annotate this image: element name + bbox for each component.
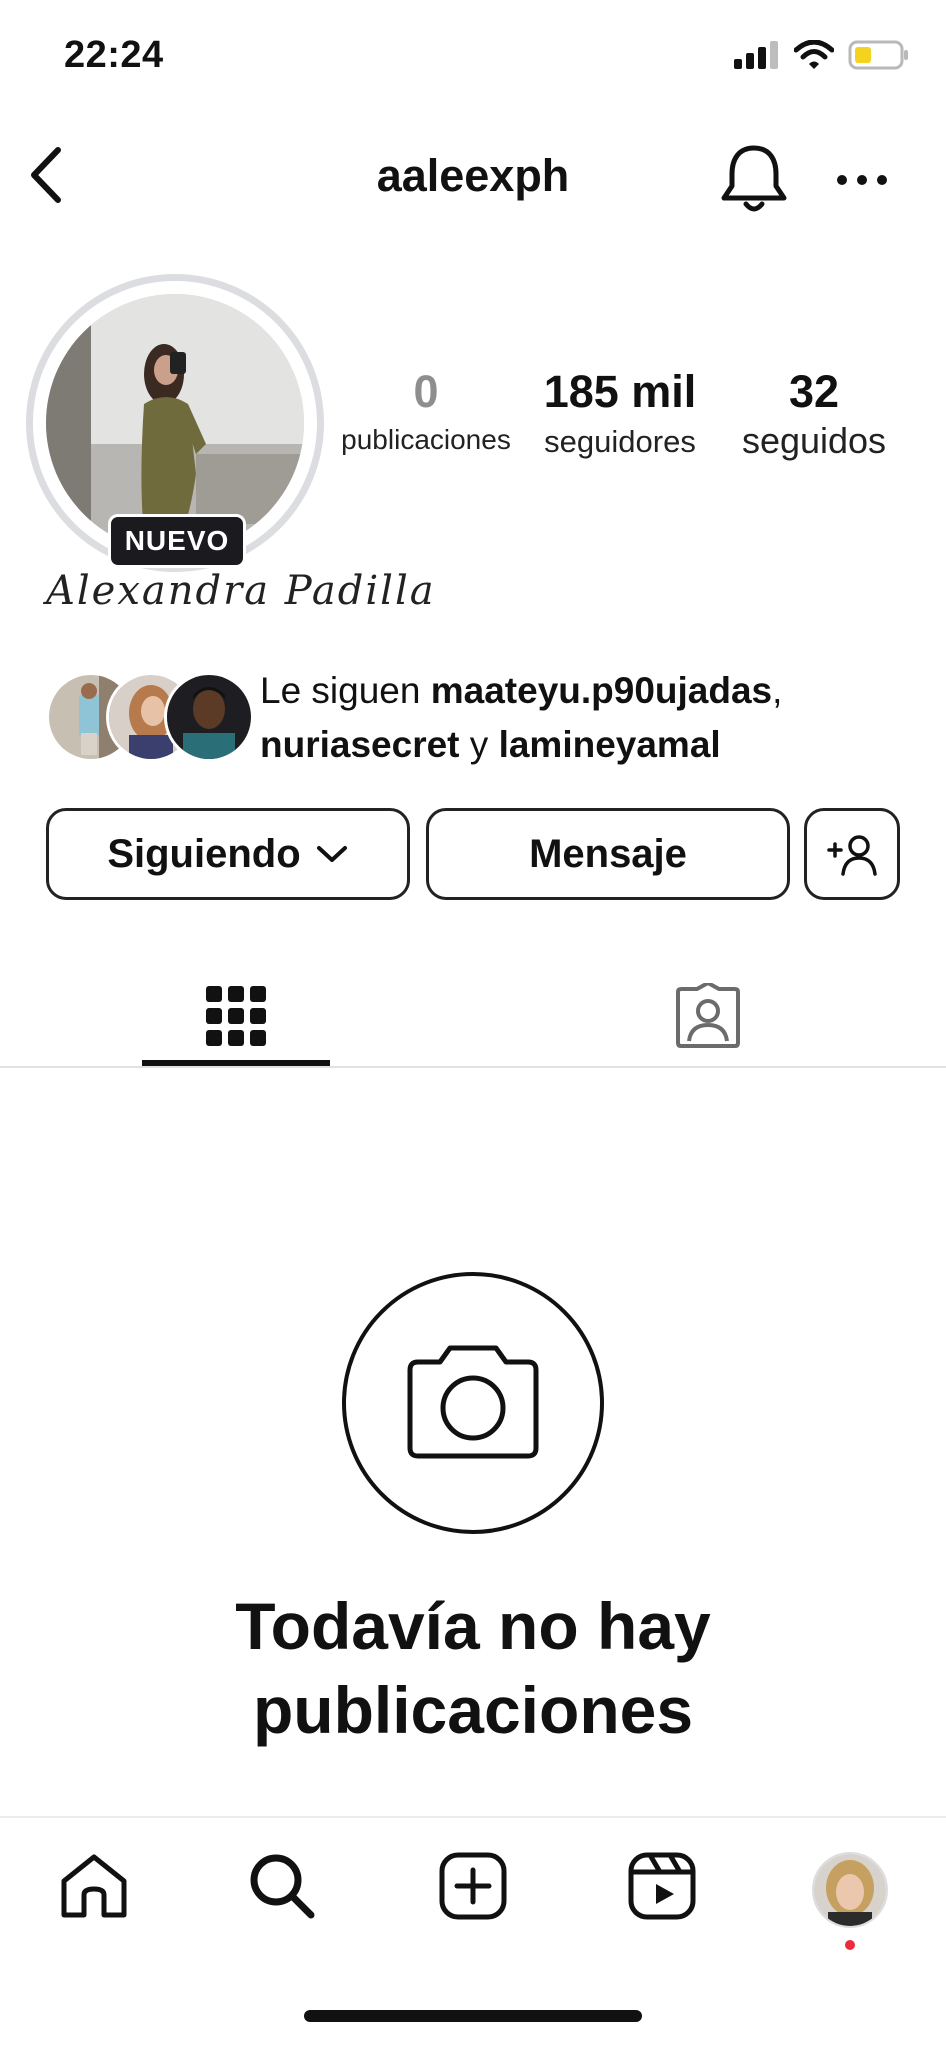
- nav-reels[interactable]: [622, 1846, 702, 1926]
- empty-state-line-2: publicaciones: [252, 1673, 694, 1747]
- bell-icon: [721, 145, 787, 212]
- suggest-users-button[interactable]: [804, 808, 900, 900]
- camera-icon: [407, 1345, 539, 1459]
- mutual-user-3[interactable]: lamineyamal: [499, 724, 721, 765]
- mutual-sep-2: y: [459, 724, 499, 765]
- bottom-nav-divider: [0, 1816, 946, 1818]
- stat-posts-label: publicaciones: [341, 424, 511, 455]
- message-button-label: Mensaje: [529, 831, 687, 876]
- stat-followers-label: seguidores: [544, 424, 696, 459]
- battery-icon: [848, 40, 908, 70]
- stat-followers-value: 185 mil: [543, 366, 697, 417]
- plus-square-icon: [439, 1852, 507, 1920]
- tagged-person-icon: [676, 983, 740, 1048]
- nav-create[interactable]: [433, 1846, 513, 1926]
- stat-following[interactable]: 32 seguidos: [722, 366, 906, 462]
- nav-search[interactable]: [242, 1846, 322, 1926]
- new-badge: NUEVO: [108, 514, 246, 568]
- add-person-icon: [827, 835, 877, 876]
- notifications-button[interactable]: [718, 142, 790, 218]
- stat-posts-value: 0: [413, 366, 439, 417]
- nav-profile[interactable]: [812, 1852, 888, 1928]
- mutual-sep-1: ,: [772, 670, 783, 711]
- home-indicator: [304, 2010, 642, 2022]
- profile-avatar-small: [814, 1854, 886, 1926]
- stat-following-label: seguidos: [741, 420, 887, 461]
- empty-state-line-1: Todavía no hay: [235, 1589, 711, 1663]
- notification-dot: [845, 1940, 855, 1950]
- message-button[interactable]: Mensaje: [426, 808, 790, 900]
- mutual-followers-text[interactable]: Le siguen maateyu.p90ujadas, nuriasecret…: [260, 664, 920, 772]
- mutual-followers-avatars[interactable]: [46, 672, 254, 762]
- reels-icon: [628, 1852, 696, 1920]
- empty-state-title: Todavía no hay publicaciones: [0, 1584, 946, 1752]
- more-horizontal-icon: [837, 175, 887, 185]
- grid-icon: [206, 986, 266, 1046]
- mutual-avatar-3: [164, 672, 254, 762]
- signal-icon: [734, 41, 778, 69]
- status-time: 22:24: [64, 34, 164, 76]
- following-button-label: Siguiendo: [107, 831, 301, 876]
- home-icon: [61, 1854, 127, 1918]
- profile-username: aaleexph: [376, 150, 570, 201]
- tab-divider: [0, 1066, 946, 1068]
- stat-followers[interactable]: 185 mil seguidores: [526, 366, 714, 460]
- more-options-button[interactable]: [834, 168, 890, 192]
- stat-posts[interactable]: 0 publicaciones: [334, 366, 518, 456]
- mutual-user-1[interactable]: maateyu.p90ujadas: [431, 670, 772, 711]
- profile-full-name: Alexandra Padilla: [46, 568, 436, 614]
- following-button[interactable]: Siguiendo: [46, 808, 410, 900]
- mutual-user-2[interactable]: nuriasecret: [260, 724, 460, 765]
- search-icon: [250, 1854, 315, 1919]
- chevron-down-icon: [316, 846, 347, 862]
- wifi-icon: [794, 40, 834, 69]
- mutual-prefix: Le siguen: [260, 670, 431, 711]
- tab-tagged[interactable]: [614, 960, 802, 1072]
- status-icons: [734, 40, 910, 70]
- stat-following-value: 32: [788, 366, 840, 417]
- tab-posts-grid[interactable]: [142, 960, 330, 1072]
- nav-home[interactable]: [54, 1846, 134, 1926]
